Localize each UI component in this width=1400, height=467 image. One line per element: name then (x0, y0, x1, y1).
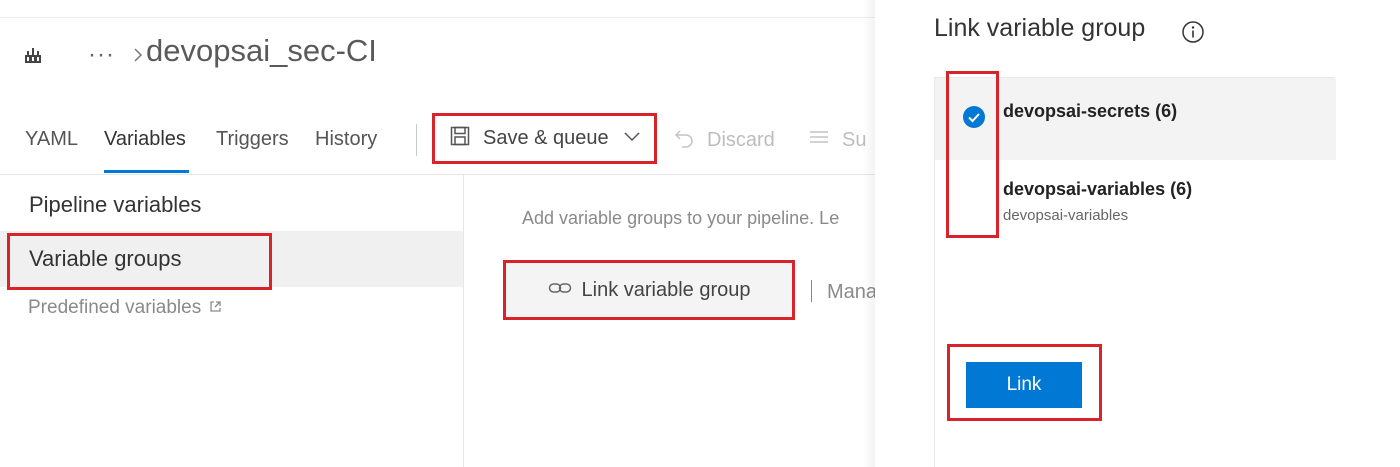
list-icon (808, 127, 830, 154)
list-item-title: devopsai-variables (6) (1003, 179, 1193, 199)
summary-button[interactable]: Su (808, 127, 866, 154)
top-strip (0, 0, 875, 18)
check-circle-icon[interactable] (962, 105, 986, 129)
pipeline-icon[interactable] (22, 44, 44, 66)
page-title: devopsai_sec-CI (146, 33, 377, 68)
discard-label: Discard (707, 129, 775, 151)
list-item[interactable]: devopsai-variables (6) devopsai-variable… (935, 160, 1336, 242)
empty-state-text: Add variable groups to your pipeline. Le (522, 208, 840, 228)
pipeline-editor-pane: ··· devopsai_sec-CI YAML Variables Trigg… (0, 0, 875, 467)
chevron-right-icon (131, 48, 145, 62)
save-and-queue-label: Save & queue (483, 127, 609, 149)
list-item-title: devopsai-secrets (6) (1003, 101, 1178, 121)
variable-group-list: devopsai-secrets (6) devopsai-variables … (934, 77, 1336, 467)
info-icon[interactable] (1181, 20, 1205, 44)
divider (811, 280, 812, 302)
nav-predefined-variables-link[interactable]: Predefined variables (28, 297, 222, 319)
panel-title: Link variable group (934, 14, 1146, 42)
link-button[interactable]: Link (966, 362, 1082, 408)
active-tab-indicator (104, 170, 189, 173)
nav-pipeline-variables[interactable]: Pipeline variables (0, 191, 463, 231)
save-and-queue-button[interactable]: Save & queue (432, 113, 657, 164)
chevron-down-icon (623, 130, 641, 148)
breadcrumb: ··· (22, 35, 145, 75)
link-variable-group-panel: Link variable group devopsai-secrets (6)… (875, 0, 1400, 467)
nav-variable-groups[interactable]: Variable groups (0, 231, 463, 287)
floppy-disk-icon (449, 125, 471, 152)
variable-groups-content: Add variable groups to your pipeline. Le… (464, 175, 875, 467)
chain-link-icon (548, 280, 572, 301)
list-item-subtitle: devopsai-variables (1003, 207, 1129, 224)
more-actions-icon[interactable]: ··· (88, 43, 115, 67)
tab-variables[interactable]: Variables (104, 128, 186, 151)
toolbar-divider (416, 124, 417, 156)
tab-triggers[interactable]: Triggers (216, 128, 289, 151)
tab-history[interactable]: History (315, 128, 377, 151)
list-item[interactable]: devopsai-secrets (6) (935, 78, 1336, 160)
undo-icon (673, 127, 695, 154)
external-link-icon (209, 297, 222, 319)
discard-button[interactable]: Discard (673, 127, 775, 154)
tab-yaml[interactable]: YAML (25, 128, 78, 151)
link-variable-group-button[interactable]: Link variable group (503, 260, 795, 320)
link-variable-group-label: Link variable group (581, 278, 751, 301)
predefined-variables-label: Predefined variables (28, 297, 202, 318)
variables-nav: Pipeline variables Variable groups Prede… (0, 175, 463, 467)
